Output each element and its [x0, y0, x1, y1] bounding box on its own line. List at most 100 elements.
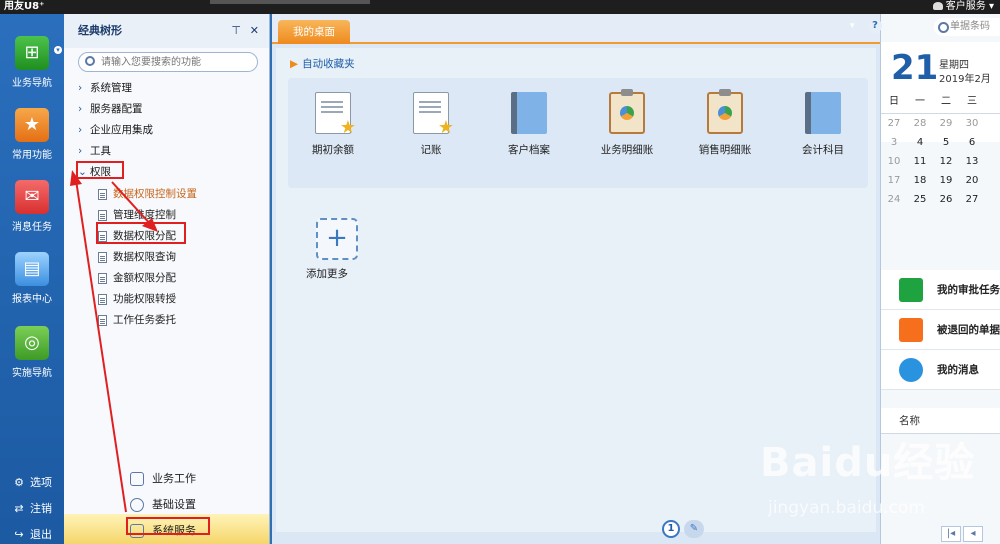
task-label: 我的审批任务	[937, 284, 1000, 296]
favorite-sales-ledger[interactable]: 销售明细账	[680, 89, 770, 157]
calendar-day[interactable]: 20	[959, 171, 985, 190]
tree-leaf-label: 功能权限转授	[113, 293, 176, 305]
tree-item-eai[interactable]: › 企业应用集成	[78, 122, 153, 137]
calendar-day[interactable]: 29	[933, 114, 959, 133]
nav-exit[interactable]: ↪ 退出	[0, 526, 64, 542]
task-returned-documents[interactable]: 被退回的单据	[881, 310, 1000, 350]
report-icon: ▤	[15, 252, 49, 286]
calendar-day[interactable]: 27	[881, 114, 907, 133]
favorite-accounting-subjects[interactable]: 会计科目	[778, 92, 868, 157]
calendar-day[interactable]: 4	[907, 133, 933, 152]
calendar-row: 3456	[881, 133, 1000, 152]
caret-right-icon: ▶	[290, 58, 299, 70]
pin-icon[interactable]: ⊤	[231, 14, 241, 48]
document-icon	[98, 314, 107, 326]
nav-implementation[interactable]: ◎ 实施导航	[0, 326, 64, 379]
tree-bottom-business[interactable]: 业务工作	[130, 470, 196, 486]
annotation-box-data-permission-assign	[96, 222, 186, 244]
favorites-title[interactable]: ▶ 自动收藏夹	[290, 56, 355, 71]
current-weekday: 星期四	[939, 60, 969, 71]
calendar-day[interactable]: 3	[881, 133, 907, 152]
calendar-day[interactable]: 18	[907, 171, 933, 190]
task-my-approvals[interactable]: 我的审批任务	[881, 270, 1000, 310]
tree-leaf-dimension-control[interactable]: 管理维度控制	[98, 207, 176, 222]
tree-panel-title: 经典树形	[78, 24, 122, 37]
tree-item-label: 系统管理	[90, 82, 132, 94]
tree-leaf-data-permission-settings[interactable]: 数据权限控制设置	[98, 186, 197, 201]
calendar-day[interactable]: 25	[907, 190, 933, 209]
tree-search-input[interactable]	[101, 55, 251, 69]
calendar-day[interactable]: 24	[881, 190, 907, 209]
tree-leaf-task-delegation[interactable]: 工作任务委托	[98, 312, 176, 327]
favorite-business-ledger[interactable]: 业务明细账	[582, 89, 672, 157]
current-day: 21	[891, 48, 939, 88]
watermark-logo: Baidu经验	[760, 440, 976, 486]
favorite-posting[interactable]: ★ 记账	[386, 92, 476, 157]
tab-my-desktop[interactable]: 我的桌面	[278, 20, 350, 44]
tree-search-box[interactable]	[78, 52, 258, 72]
chevron-right-icon: ›	[78, 82, 83, 94]
customer-service-menu[interactable]: 客户服务 ▾	[932, 0, 994, 14]
tree-item-server-config[interactable]: › 服务器配置	[78, 101, 143, 116]
calendar-day[interactable]: 19	[933, 171, 959, 190]
nav-common[interactable]: ★ 常用功能	[0, 108, 64, 161]
calendar-day[interactable]: 5	[933, 133, 959, 152]
tree-item-system-admin[interactable]: › 系统管理	[78, 80, 132, 95]
annotation-box-permissions	[76, 161, 124, 179]
gear-icon	[130, 498, 144, 512]
calendar-day[interactable]: 13	[959, 152, 985, 171]
tree-item-tools[interactable]: › 工具	[78, 143, 111, 158]
calendar-day[interactable]: 10	[881, 152, 907, 171]
calendar-day[interactable]: 12	[933, 152, 959, 171]
barcode-search-input[interactable]: 单据条码	[934, 18, 1000, 36]
tree-bottom-basic-settings[interactable]: 基础设置	[130, 496, 196, 512]
calendar-day[interactable]: 26	[933, 190, 959, 209]
watermark-url: jingyan.baidu.com	[768, 498, 925, 518]
nav-business[interactable]: ⊞ 业务导航 ▾	[0, 36, 64, 89]
calendar-row: 24 25 26 27	[881, 190, 1000, 209]
calendar-day[interactable]: 28	[907, 114, 933, 133]
tree-leaf-function-transfer[interactable]: 功能权限转授	[98, 291, 176, 306]
exit-icon: ↪	[14, 528, 24, 541]
favorite-label: 客户档案	[508, 144, 550, 156]
calendar-day[interactable]: 6	[959, 133, 985, 152]
nav-logout[interactable]: ⇄ 注销	[0, 500, 64, 516]
chevron-down-icon[interactable]: ▾	[54, 46, 62, 54]
page-1-button[interactable]: 1	[662, 520, 680, 538]
first-page-icon[interactable]: |◂	[941, 526, 961, 542]
calendar-day[interactable]: 17	[881, 171, 907, 190]
tree-leaf-amount-permission[interactable]: 金额权限分配	[98, 270, 176, 285]
calendar-row: 10 11 12 13	[881, 152, 1000, 171]
compass-icon: ◎	[15, 326, 49, 360]
favorite-customer-file[interactable]: 客户档案	[484, 92, 574, 157]
weekday-header: 一	[915, 96, 925, 107]
plus-icon: +	[326, 223, 348, 253]
favorite-label: 销售明细账	[698, 144, 752, 156]
calendar-day[interactable]: 27	[959, 190, 985, 209]
add-more-label: 添加更多	[306, 268, 348, 280]
calendar-day[interactable]: 11	[907, 152, 933, 171]
tree-bottom-label: 业务工作	[152, 472, 196, 485]
task-my-messages[interactable]: 我的消息	[881, 350, 1000, 390]
left-navigation: ⊞ 业务导航 ▾ ★ 常用功能 ✉ 消息任务 ▤ 报表中心 ◎ 实施导航 ⚙ 选项…	[0, 14, 64, 544]
favorites-panel: ★ 期初余额 ★ 记账 客户档案 业务明细账 销售明细账 会计科目	[288, 78, 868, 188]
nav-reports[interactable]: ▤ 报表中心	[0, 252, 64, 305]
wrench-icon[interactable]: ✎	[684, 520, 704, 538]
favorite-label: 业务明细账	[600, 144, 654, 156]
nav-messages[interactable]: ✉ 消息任务	[0, 180, 64, 233]
help-icon[interactable]: ?	[868, 19, 882, 33]
book-icon	[511, 92, 547, 134]
favorite-label: 会计科目	[802, 144, 844, 156]
add-more-button[interactable]: +	[316, 218, 358, 260]
tree-leaf-label: 管理维度控制	[113, 209, 176, 221]
calendar-day[interactable]: 30	[959, 114, 985, 133]
headset-icon	[932, 2, 943, 10]
close-icon[interactable]: ✕	[250, 14, 259, 48]
tree-leaf-label: 工作任务委托	[113, 314, 176, 326]
prev-page-icon[interactable]: ◂	[963, 526, 983, 542]
document-star-icon: ★	[315, 92, 356, 137]
chevron-down-icon[interactable]: ▾	[850, 21, 855, 31]
nav-options[interactable]: ⚙ 选项	[0, 474, 64, 490]
favorite-opening-balance[interactable]: ★ 期初余额	[288, 92, 378, 157]
tree-leaf-data-permission-query[interactable]: 数据权限查询	[98, 249, 176, 264]
